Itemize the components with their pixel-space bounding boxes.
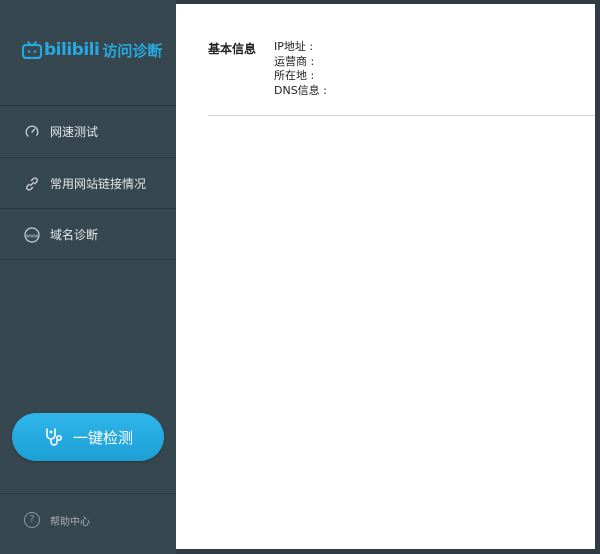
svg-text:www: www <box>26 233 39 239</box>
nav-item-site-links[interactable]: 常用网站链接情况 <box>0 158 176 209</box>
nav-item-domain[interactable]: www 域名诊断 <box>0 209 176 260</box>
info-label-isp: 运营商 : <box>274 54 315 68</box>
one-click-check-button[interactable]: 一键检测 <box>12 413 164 461</box>
www-icon: www <box>24 226 40 243</box>
help-center-label: 帮助中心 <box>50 516 90 528</box>
help-icon: ? <box>24 512 40 528</box>
info-row-location: 所在地 : <box>274 69 327 84</box>
nav-label-speed-test: 网速测试 <box>50 125 99 139</box>
info-row-ip: IP地址 : <box>274 40 327 55</box>
nav-divider <box>0 259 176 260</box>
nav-label-site-links: 常用网站链接情况 <box>50 177 147 191</box>
help-divider <box>0 493 176 494</box>
help-center-link[interactable]: ? 帮助中心 <box>24 512 90 528</box>
brand-logo: bilibili 访问诊断 <box>22 36 162 64</box>
info-row-dns: DNS信息 : <box>274 84 327 99</box>
basic-info-title: 基本信息 <box>208 42 257 56</box>
tv-icon <box>22 41 42 59</box>
brand-bili: bilibili <box>44 40 100 60</box>
info-row-isp: 运营商 : <box>274 55 327 70</box>
info-label-location: 所在地 : <box>274 69 315 82</box>
stethoscope-icon <box>43 426 65 448</box>
basic-info-list: IP地址 : 运营商 : 所在地 : DNS信息 : <box>274 40 327 98</box>
info-label-ip: IP地址 : <box>274 40 314 53</box>
app-window: bilibili 访问诊断 网速测试 常用网站链接情况 www 域名诊断 一键检… <box>0 0 600 554</box>
brand-title: 访问诊断 <box>102 41 163 60</box>
one-click-check-label: 一键检测 <box>72 428 133 447</box>
link-icon <box>24 176 40 192</box>
nav-label-domain: 域名诊断 <box>50 228 99 242</box>
info-label-dns: DNS信息 : <box>274 83 327 97</box>
speed-gauge-icon <box>24 124 40 140</box>
nav-item-speed-test[interactable]: 网速测试 <box>0 106 176 157</box>
main-panel: 基本信息 IP地址 : 运营商 : 所在地 : DNS信息 : <box>176 4 595 549</box>
info-divider <box>208 115 595 116</box>
sidebar: bilibili 访问诊断 网速测试 常用网站链接情况 www 域名诊断 一键检… <box>0 0 176 554</box>
